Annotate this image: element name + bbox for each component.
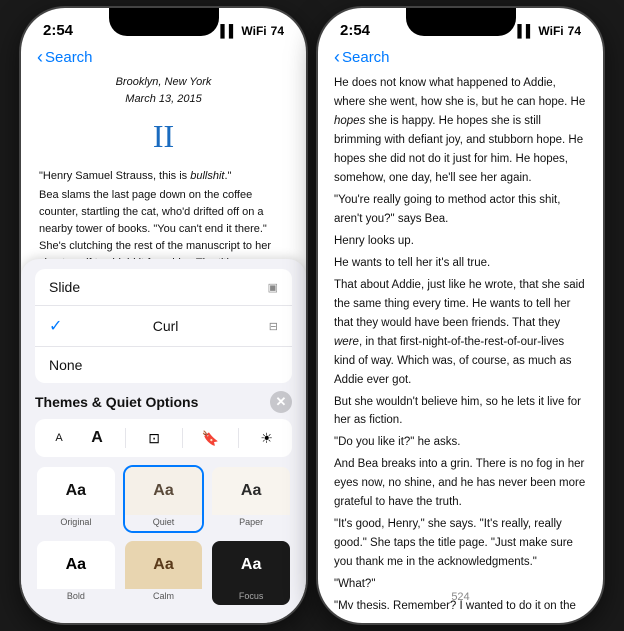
theme-label-quiet: Quiet bbox=[125, 515, 203, 531]
battery-icon-right: 74 bbox=[568, 24, 581, 38]
battery-icon: 74 bbox=[271, 24, 284, 38]
slide-option-none[interactable]: None bbox=[35, 347, 292, 383]
page-number: 524 bbox=[318, 591, 603, 603]
document-icon[interactable]: ⊡ bbox=[143, 427, 165, 449]
slide-option-curl[interactable]: ✓ Curl ⊟ bbox=[35, 306, 292, 347]
curl-label: Curl bbox=[153, 318, 179, 334]
book-date: March 13, 2015 bbox=[39, 91, 288, 108]
theme-calm[interactable]: Aa Calm bbox=[123, 539, 205, 607]
read-p1: He does not know what happened to Addie,… bbox=[334, 74, 587, 188]
themes-grid: Aa Original Aa Quiet Aa Paper Aa Bold Aa bbox=[35, 465, 292, 607]
bookmark-icon[interactable]: 🔖 bbox=[199, 427, 221, 449]
theme-preview-calm: Aa bbox=[125, 541, 203, 589]
time-left: 2:54 bbox=[43, 22, 73, 39]
read-p9: "It's good, Henry," she says. "It's real… bbox=[334, 515, 587, 572]
theme-label-bold: Bold bbox=[37, 589, 115, 605]
read-p3: Henry looks up. bbox=[334, 232, 587, 251]
checkmark-icon: ✓ bbox=[49, 316, 62, 336]
theme-label-focus: Focus bbox=[212, 589, 290, 605]
slide-label: Slide bbox=[49, 279, 80, 295]
toolbar-divider-3 bbox=[238, 428, 239, 448]
signal-icon-right: ▌▌ bbox=[517, 24, 534, 38]
theme-preview-focus: Aa bbox=[212, 541, 290, 589]
back-button-right[interactable]: ‹ Search bbox=[334, 47, 390, 68]
themes-title: Themes & Quiet Options bbox=[35, 394, 198, 410]
slide-icon: ▣ bbox=[268, 281, 278, 294]
read-p8: And Bea breaks into a grin. There is no … bbox=[334, 455, 587, 512]
theme-preview-original: Aa bbox=[37, 467, 115, 515]
theme-preview-paper: Aa bbox=[212, 467, 290, 515]
slide-option-slide[interactable]: Slide ▣ bbox=[35, 269, 292, 306]
close-button[interactable]: ✕ bbox=[270, 391, 292, 413]
time-right: 2:54 bbox=[340, 22, 370, 39]
back-label-right: Search bbox=[342, 49, 390, 66]
theme-label-original: Original bbox=[37, 515, 115, 531]
font-small-button[interactable]: A bbox=[49, 428, 68, 448]
toolbar-row: A A ⊡ 🔖 ☀ bbox=[35, 419, 292, 457]
themes-header: Themes & Quiet Options ✕ bbox=[35, 391, 292, 413]
right-phone: 2:54 ▌▌ WiFi 74 ‹ Search He does not kno… bbox=[318, 8, 603, 623]
nav-bar-right: ‹ Search bbox=[318, 43, 603, 74]
read-p5: That about Addie, just like he wrote, th… bbox=[334, 276, 587, 390]
read-p4: He wants to tell her it's all true. bbox=[334, 254, 587, 273]
slide-options: Slide ▣ ✓ Curl ⊟ None bbox=[35, 269, 292, 383]
back-button-left[interactable]: ‹ Search bbox=[37, 47, 93, 68]
status-bar-left: 2:54 ▌▌ WiFi 74 bbox=[21, 8, 306, 43]
theme-label-paper: Paper bbox=[212, 515, 290, 531]
bottom-panel: Slide ▣ ✓ Curl ⊟ None Themes & Quiet Opt… bbox=[21, 259, 306, 623]
status-icons-left: ▌▌ WiFi 74 bbox=[220, 24, 284, 38]
book-location: Brooklyn, New York bbox=[39, 74, 288, 91]
signal-icon: ▌▌ bbox=[220, 24, 237, 38]
toolbar-divider-1 bbox=[125, 428, 126, 448]
wifi-icon-right: WiFi bbox=[538, 24, 563, 38]
read-p6: But she wouldn't believe him, so he lets… bbox=[334, 393, 587, 431]
back-label-left: Search bbox=[45, 49, 93, 66]
theme-preview-quiet: Aa bbox=[125, 467, 203, 515]
status-bar-right: 2:54 ▌▌ WiFi 74 bbox=[318, 8, 603, 43]
brightness-icon[interactable]: ☀ bbox=[256, 427, 278, 449]
curl-icon: ⊟ bbox=[269, 320, 278, 333]
theme-label-calm: Calm bbox=[125, 589, 203, 605]
theme-paper[interactable]: Aa Paper bbox=[210, 465, 292, 533]
book-para-1: "Henry Samuel Strauss, this is bullshit.… bbox=[39, 168, 288, 185]
none-label: None bbox=[49, 357, 82, 373]
theme-focus[interactable]: Aa Focus bbox=[210, 539, 292, 607]
back-arrow-right: ‹ bbox=[334, 47, 340, 68]
chapter-number: II bbox=[39, 111, 288, 162]
nav-bar-left: ‹ Search bbox=[21, 43, 306, 74]
status-icons-right: ▌▌ WiFi 74 bbox=[517, 24, 581, 38]
wifi-icon: WiFi bbox=[241, 24, 266, 38]
font-large-button[interactable]: A bbox=[85, 425, 109, 451]
theme-bold[interactable]: Aa Bold bbox=[35, 539, 117, 607]
read-p2: "You're really going to method actor thi… bbox=[334, 191, 587, 229]
read-p7: "Do you like it?" he asks. bbox=[334, 433, 587, 452]
theme-original[interactable]: Aa Original bbox=[35, 465, 117, 533]
phones-container: 2:54 ▌▌ WiFi 74 ‹ Search Brooklyn, New Y… bbox=[21, 8, 603, 623]
theme-quiet[interactable]: Aa Quiet bbox=[123, 465, 205, 533]
back-arrow-left: ‹ bbox=[37, 47, 43, 68]
theme-preview-bold: Aa bbox=[37, 541, 115, 589]
book-header: Brooklyn, New York March 13, 2015 bbox=[39, 74, 288, 107]
left-phone: 2:54 ▌▌ WiFi 74 ‹ Search Brooklyn, New Y… bbox=[21, 8, 306, 623]
toolbar-divider-2 bbox=[182, 428, 183, 448]
reading-content-right: He does not know what happened to Addie,… bbox=[318, 74, 603, 609]
